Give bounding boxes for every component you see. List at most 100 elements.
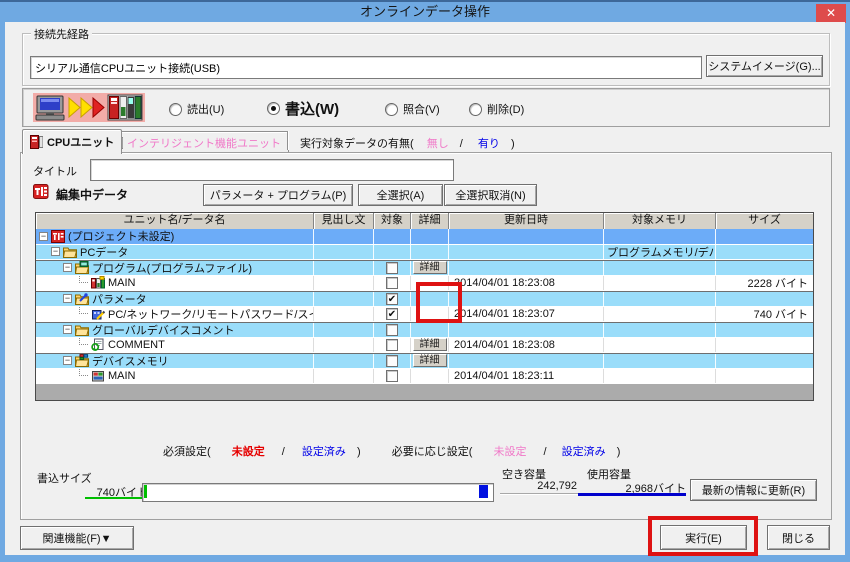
target-checkbox[interactable]: [386, 355, 398, 367]
col-header-updated: 更新日時: [449, 213, 604, 229]
row-name: パラメータ: [92, 292, 147, 306]
detail-button[interactable]: 詳細: [413, 261, 447, 274]
presence-exists-label: 有り: [478, 138, 500, 150]
radio-verify[interactable]: 照合(V): [385, 101, 440, 117]
checkbox-highlight-annotation: [416, 282, 462, 323]
target-checkbox[interactable]: [386, 370, 398, 382]
row-name: プログラム(プログラムファイル): [92, 261, 252, 275]
tab-intelligent-unit[interactable]: インテリジェント機能ユニット: [102, 131, 289, 153]
radio-circle-icon: [469, 103, 482, 116]
related-functions-button[interactable]: 関連機能(F)▼: [20, 526, 134, 550]
folder-icon: [63, 245, 77, 258]
parameter-folder-icon: [75, 292, 89, 305]
tree-collapse-icon[interactable]: −: [63, 356, 72, 365]
tree-collapse-icon[interactable]: −: [63, 325, 72, 334]
gauge-limit-mark: [479, 485, 488, 498]
used-capacity-underline: [578, 493, 686, 496]
connection-path-input[interactable]: [31, 57, 701, 78]
detail-button[interactable]: 詳細: [413, 354, 447, 367]
refresh-button[interactable]: 最新の情報に更新(R): [690, 479, 817, 501]
system-image-button[interactable]: システムイメージ(G)...: [706, 55, 823, 77]
setting-legend: 必須設定( 未設定 / 設定済み ) 必要に応じ設定( 未設定 / 設定済み ): [163, 443, 620, 459]
free-capacity-underline: [500, 493, 578, 494]
gauge-used-mark: [144, 485, 147, 498]
tree-collapse-icon[interactable]: −: [39, 232, 48, 241]
tree-branch-icon: [79, 276, 88, 283]
radio-delete-label: 削除(D): [487, 101, 524, 117]
radio-write[interactable]: 書込(W): [267, 98, 339, 119]
col-header-size: サイズ: [716, 213, 813, 229]
row-size: 740 バイト: [716, 307, 813, 322]
dialog-body: 接続先経路 システムイメージ(G)...: [5, 22, 845, 555]
row-updated: 2014/04/01 18:23:08: [449, 338, 604, 353]
execute-button[interactable]: 実行(E): [660, 525, 747, 550]
row-updated: 2014/04/01 18:23:08: [449, 276, 604, 291]
write-size-label: 書込サイズ: [37, 470, 92, 486]
col-header-target-memory: 対象メモリ: [604, 213, 716, 229]
target-data-presence: 実行対象データの有無( 無し / 有り ): [300, 135, 515, 151]
presence-none-label: 無し: [427, 138, 449, 150]
detail-button[interactable]: 詳細: [413, 338, 447, 351]
radio-circle-icon: [169, 103, 182, 116]
tree-branch-icon: [79, 338, 88, 345]
row-name: PC/ネットワーク/リモートパスワード/スイッチ設定: [108, 307, 314, 322]
radio-write-label: 書込(W): [285, 98, 339, 119]
comment-file-icon: [91, 338, 105, 351]
tree-collapse-icon[interactable]: −: [63, 294, 72, 303]
radio-verify-label: 照合(V): [403, 101, 440, 117]
tree-branch-icon: [79, 369, 88, 376]
editing-data-label: 編集中データ: [56, 186, 128, 203]
row-updated: 2014/04/01 18:23:11: [449, 369, 604, 384]
memory-gauge: [142, 483, 494, 502]
program-folder-icon: [75, 261, 89, 274]
optional-set-label: 設定済み: [562, 446, 606, 458]
target-checkbox[interactable]: [386, 277, 398, 289]
optional-unset-label: 未設定: [493, 446, 526, 458]
row-name: COMMENT: [108, 339, 165, 351]
title-field-wrap: [90, 159, 454, 181]
radio-delete[interactable]: 削除(D): [469, 101, 524, 117]
table-row-main-device-memory[interactable]: MAIN 2014/04/01 18:23:11: [36, 369, 813, 385]
tree-collapse-icon[interactable]: −: [51, 247, 60, 256]
program-file-icon: [91, 276, 105, 289]
parameter-plus-program-button[interactable]: パラメータ + プログラム(P): [203, 184, 353, 206]
col-header-detail: 詳細: [411, 213, 449, 229]
radio-read[interactable]: 読出(U): [169, 101, 224, 117]
target-checkbox[interactable]: [386, 324, 398, 336]
required-set-label: 設定済み: [302, 446, 346, 458]
deselect-all-button[interactable]: 全選択取消(N): [444, 184, 537, 206]
table-row-device-memory-folder[interactable]: − デバイスメモリ 詳細: [36, 353, 813, 369]
row-size: 2228 バイト: [716, 276, 813, 291]
target-checkbox[interactable]: [386, 262, 398, 274]
table-row-program-folder[interactable]: − プログラム(プログラムファイル) 詳細: [36, 260, 813, 276]
radio-read-label: 読出(U): [187, 101, 224, 117]
target-checkbox-checked[interactable]: ✔: [386, 308, 398, 320]
row-name: (プロジェクト未設定): [68, 229, 174, 244]
tab-separator: [287, 131, 288, 150]
table-row-global-device-comment[interactable]: − グローバルデバイスコメント: [36, 322, 813, 338]
target-checkbox-checked[interactable]: ✔: [386, 293, 398, 305]
select-all-button[interactable]: 全選択(A): [358, 184, 443, 206]
radio-circle-icon: [385, 103, 398, 116]
table-row-project[interactable]: − (プロジェクト未設定): [36, 229, 813, 245]
row-target-memory: プログラムメモリ/デバ...: [604, 245, 716, 260]
table-row-comment[interactable]: COMMENT 詳細 2014/04/01 18:23:08: [36, 338, 813, 354]
target-checkbox[interactable]: [386, 339, 398, 351]
table-header: ユニット名/データ名 見出し文 対象 詳細 更新日時 対象メモリ サイズ: [36, 213, 813, 229]
close-icon[interactable]: ✕: [816, 4, 846, 23]
col-header-target: 対象: [374, 213, 411, 229]
row-name: デバイスメモリ: [92, 354, 169, 368]
operation-strip: 読出(U) 書込(W) 照合(V) 削除(D): [22, 88, 830, 127]
tree-collapse-icon[interactable]: −: [63, 263, 72, 272]
required-unset-label: 未設定: [232, 446, 265, 458]
cpu-unit-icon: [30, 135, 43, 149]
connection-group-label: 接続先経路: [31, 26, 92, 42]
connection-path-field-wrap: [30, 56, 702, 79]
row-name: グローバルデバイスコメント: [92, 323, 235, 337]
tab-cpu-unit[interactable]: CPUユニット: [22, 129, 122, 154]
row-name: MAIN: [108, 277, 136, 289]
table-row-pc-data[interactable]: − PCデータ プログラムメモリ/デバ...: [36, 245, 813, 261]
title-input[interactable]: [91, 160, 453, 180]
close-button[interactable]: 閉じる: [767, 525, 830, 550]
col-header-heading: 見出し文: [314, 213, 374, 229]
